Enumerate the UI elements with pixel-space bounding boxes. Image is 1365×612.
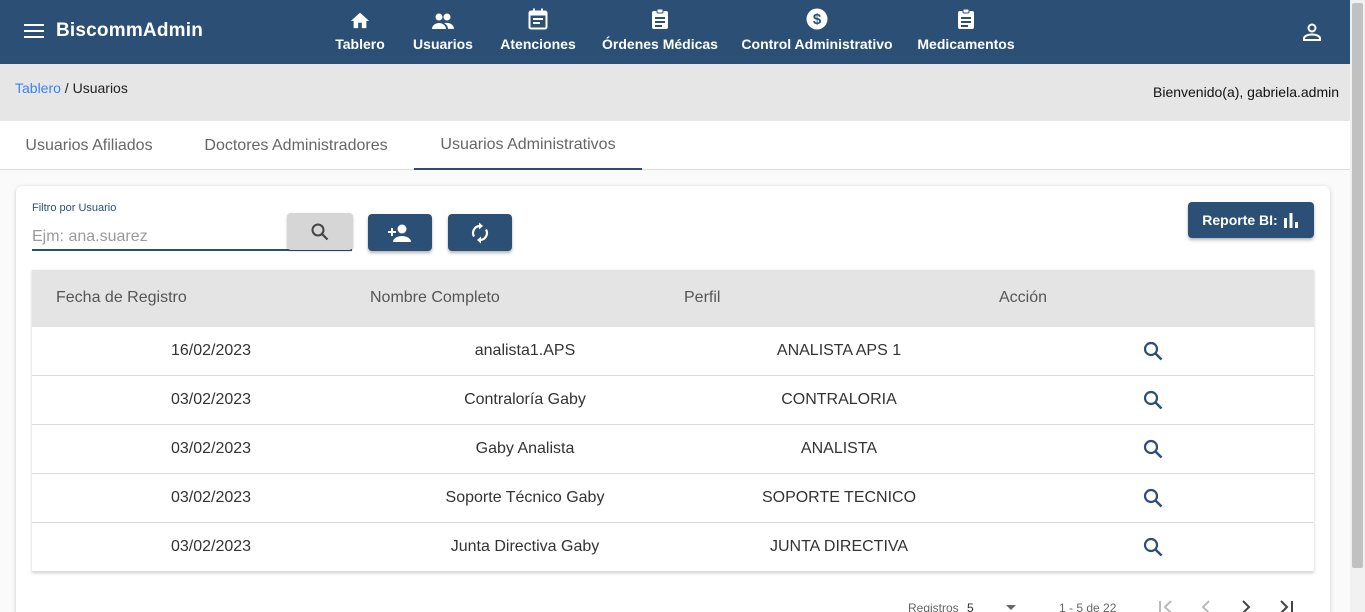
tab-doctores-administradores[interactable]: Doctores Administradores: [178, 121, 414, 170]
nav-medicamentos[interactable]: Medicamentos: [917, 0, 1015, 64]
sync-icon: [471, 222, 489, 243]
svg-text:$: $: [813, 11, 822, 28]
add-user-button[interactable]: [368, 214, 432, 251]
column-header-accion: Acción: [999, 289, 1048, 306]
cell-date: 03/02/2023: [170, 489, 252, 506]
cell-profile: ANALISTA APS 1: [776, 342, 902, 359]
report-bi-button[interactable]: Reporte BI:: [1188, 202, 1314, 238]
breadcrumb-link-tablero[interactable]: Tablero: [15, 80, 61, 96]
cell-name: Contraloría Gaby: [464, 391, 586, 408]
breadcrumb: Tablero / Usuarios: [15, 80, 128, 96]
search-icon: [1143, 439, 1163, 459]
search-button[interactable]: [287, 213, 353, 250]
view-user-button[interactable]: [1142, 438, 1164, 460]
welcome-text: Bienvenido(a), gabriela.admin: [1153, 84, 1339, 100]
nav-tablero[interactable]: Tablero: [335, 0, 385, 64]
view-user-button[interactable]: [1142, 536, 1164, 558]
search-icon: [311, 223, 329, 240]
users-card: Filtro por Usuario Reporte BI: Fecha de …: [16, 186, 1330, 612]
first-page-button[interactable]: [1156, 597, 1176, 612]
search-icon: [1143, 488, 1163, 508]
page-scrollbar[interactable]: [1350, 0, 1365, 612]
tab-bar: Usuarios Afiliados Doctores Administrado…: [0, 121, 1350, 170]
bar-chart-icon: [1283, 213, 1298, 228]
search-icon: [1143, 341, 1163, 361]
search-icon: [1143, 390, 1163, 410]
view-user-button[interactable]: [1142, 389, 1164, 411]
scrollbar-thumb[interactable]: [1352, 3, 1363, 568]
tab-usuarios-administrativos[interactable]: Usuarios Administrativos: [414, 121, 642, 170]
refresh-button[interactable]: [448, 214, 512, 251]
top-app-bar: BiscommAdmin Tablero Usuarios Atenciones…: [0, 0, 1350, 64]
app-title: BiscommAdmin: [56, 20, 204, 41]
user-filter-input[interactable]: [32, 224, 286, 250]
view-user-button[interactable]: [1142, 340, 1164, 362]
next-page-button[interactable]: [1236, 597, 1256, 612]
nav-control-administrativo[interactable]: $ Control Administrativo: [741, 0, 893, 64]
view-user-button[interactable]: [1142, 487, 1164, 509]
report-bi-label: Reporte BI:: [1202, 212, 1278, 228]
cell-profile: ANALISTA: [800, 440, 878, 457]
chevron-right-icon: [1242, 600, 1251, 612]
cell-profile: SOPORTE TECNICO: [761, 489, 917, 506]
chevron-down-icon[interactable]: [1006, 605, 1016, 610]
search-icon: [1143, 537, 1163, 557]
nav-ordenes-medicas[interactable]: Órdenes Médicas: [602, 0, 718, 64]
last-page-icon: [1280, 600, 1293, 612]
cell-name: Gaby Analista: [475, 440, 575, 457]
nav-atenciones[interactable]: Atenciones: [500, 0, 576, 64]
previous-page-button[interactable]: [1196, 597, 1216, 612]
cell-date: 03/02/2023: [170, 538, 252, 555]
breadcrumb-separator: /: [60, 80, 73, 96]
table-row: 03/02/2023 Soporte Técnico Gaby SOPORTE …: [32, 474, 1314, 523]
page-size-select[interactable]: 5: [967, 601, 974, 612]
paginator: Registros 5 1 - 5 de 22: [32, 591, 1314, 612]
account-icon[interactable]: [1300, 20, 1324, 44]
cell-name: Soporte Técnico Gaby: [445, 489, 605, 506]
page-range: 1 - 5 de 22: [1059, 601, 1117, 612]
page-size-label: Registros: [908, 601, 959, 612]
cell-name: Junta Directiva Gaby: [450, 538, 600, 555]
cell-date: 03/02/2023: [170, 440, 252, 457]
dollar-circle-icon: $: [806, 8, 828, 30]
home-icon: [350, 12, 370, 29]
menu-icon[interactable]: [22, 20, 50, 44]
table-row: 16/02/2023 analista1.APS ANALISTA APS 1: [32, 327, 1314, 376]
first-page-icon: [1159, 600, 1172, 612]
users-table: Fecha de Registro Nombre Completo Perfil…: [32, 270, 1314, 572]
column-header-nombre[interactable]: Nombre Completo: [370, 289, 500, 307]
column-header-fecha[interactable]: Fecha de Registro: [56, 289, 187, 307]
table-row: 03/02/2023 Contraloría Gaby CONTRALORIA: [32, 376, 1314, 425]
breadcrumb-current: Usuarios: [72, 80, 128, 96]
chevron-left-icon: [1201, 600, 1210, 612]
cell-date: 03/02/2023: [170, 391, 252, 408]
table-header: Fecha de Registro Nombre Completo Perfil…: [32, 270, 1314, 327]
last-page-button[interactable]: [1276, 597, 1296, 612]
clipboard-icon: [958, 8, 974, 29]
breadcrumb-bar: Tablero / Usuarios Bienvenido(a), gabrie…: [0, 64, 1350, 121]
cell-profile: JUNTA DIRECTIVA: [769, 538, 909, 555]
cell-name: analista1.APS: [474, 342, 576, 359]
calendar-icon: [528, 8, 548, 30]
nav-usuarios[interactable]: Usuarios: [413, 0, 473, 64]
tab-usuarios-afiliados[interactable]: Usuarios Afiliados: [0, 121, 178, 170]
person-add-icon: [388, 224, 411, 242]
people-icon: [432, 13, 454, 29]
cell-profile: CONTRALORIA: [781, 391, 897, 408]
column-header-perfil[interactable]: Perfil: [684, 289, 720, 307]
table-row: 03/02/2023 Junta Directiva Gaby JUNTA DI…: [32, 523, 1314, 572]
clipboard-icon: [652, 8, 668, 29]
table-row: 03/02/2023 Gaby Analista ANALISTA: [32, 425, 1314, 474]
cell-date: 16/02/2023: [170, 342, 252, 359]
